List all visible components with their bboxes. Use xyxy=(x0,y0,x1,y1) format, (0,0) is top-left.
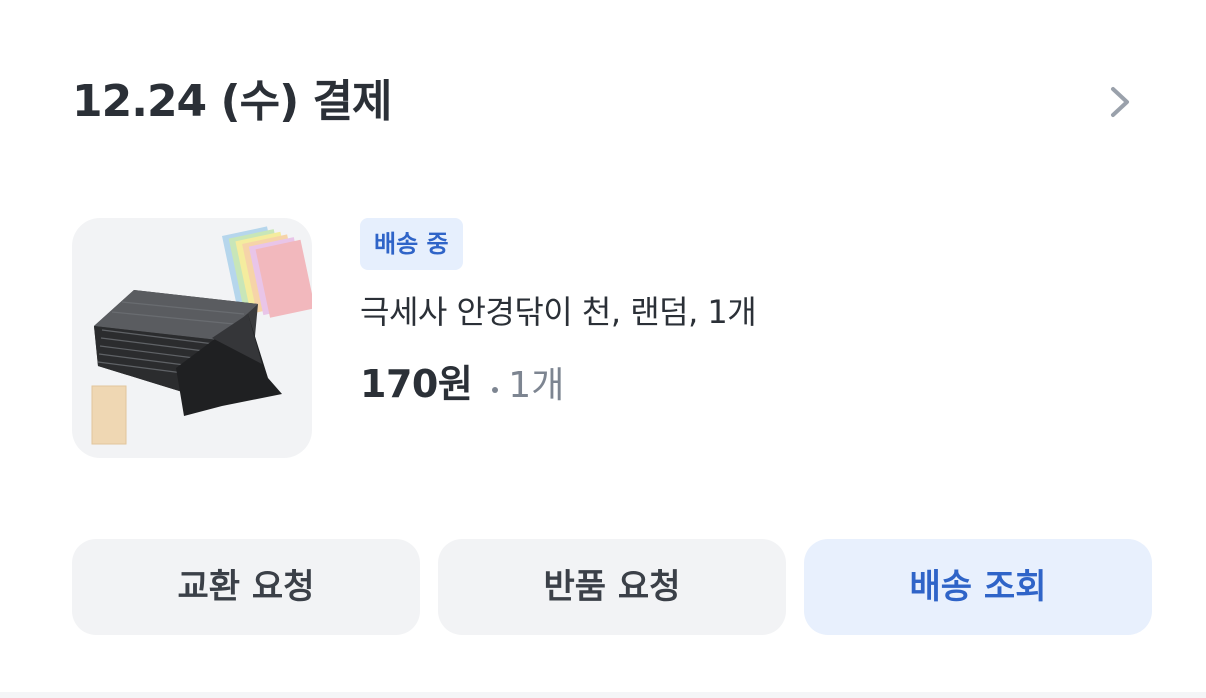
order-date-title: 12.24 (수) 결제 xyxy=(72,76,392,127)
product-thumbnail[interactable] xyxy=(72,218,312,458)
product-row[interactable]: 배송 중 극세사 안경닦이 천, 랜덤, 1개 170원 1개 xyxy=(72,218,1152,458)
product-quantity: 1개 xyxy=(508,365,565,406)
track-delivery-button[interactable]: 배송 조회 xyxy=(804,539,1152,635)
product-name[interactable]: 극세사 안경닦이 천, 랜덤, 1개 xyxy=(360,288,1140,336)
order-actions: 교환 요청 반품 요청 배송 조회 xyxy=(72,539,1152,635)
price-row: 170원 1개 xyxy=(360,356,1140,420)
delivery-status-badge: 배송 중 xyxy=(360,218,463,270)
order-card: 12.24 (수) 결제 배송 중 극세사 안경닦이 천, 랜덤, 1개 170… xyxy=(0,0,1206,698)
return-request-button[interactable]: 반품 요청 xyxy=(438,539,786,635)
chevron-right-icon[interactable] xyxy=(1100,82,1140,122)
order-header[interactable]: 12.24 (수) 결제 xyxy=(72,70,1152,134)
product-info: 배송 중 극세사 안경닦이 천, 랜덤, 1개 170원 1개 xyxy=(360,218,1140,420)
exchange-request-button[interactable]: 교환 요청 xyxy=(72,539,420,635)
section-divider xyxy=(0,692,1206,698)
microfiber-cloth-image xyxy=(91,226,312,445)
product-price: 170원 xyxy=(360,362,473,406)
separator-dot xyxy=(492,386,499,393)
